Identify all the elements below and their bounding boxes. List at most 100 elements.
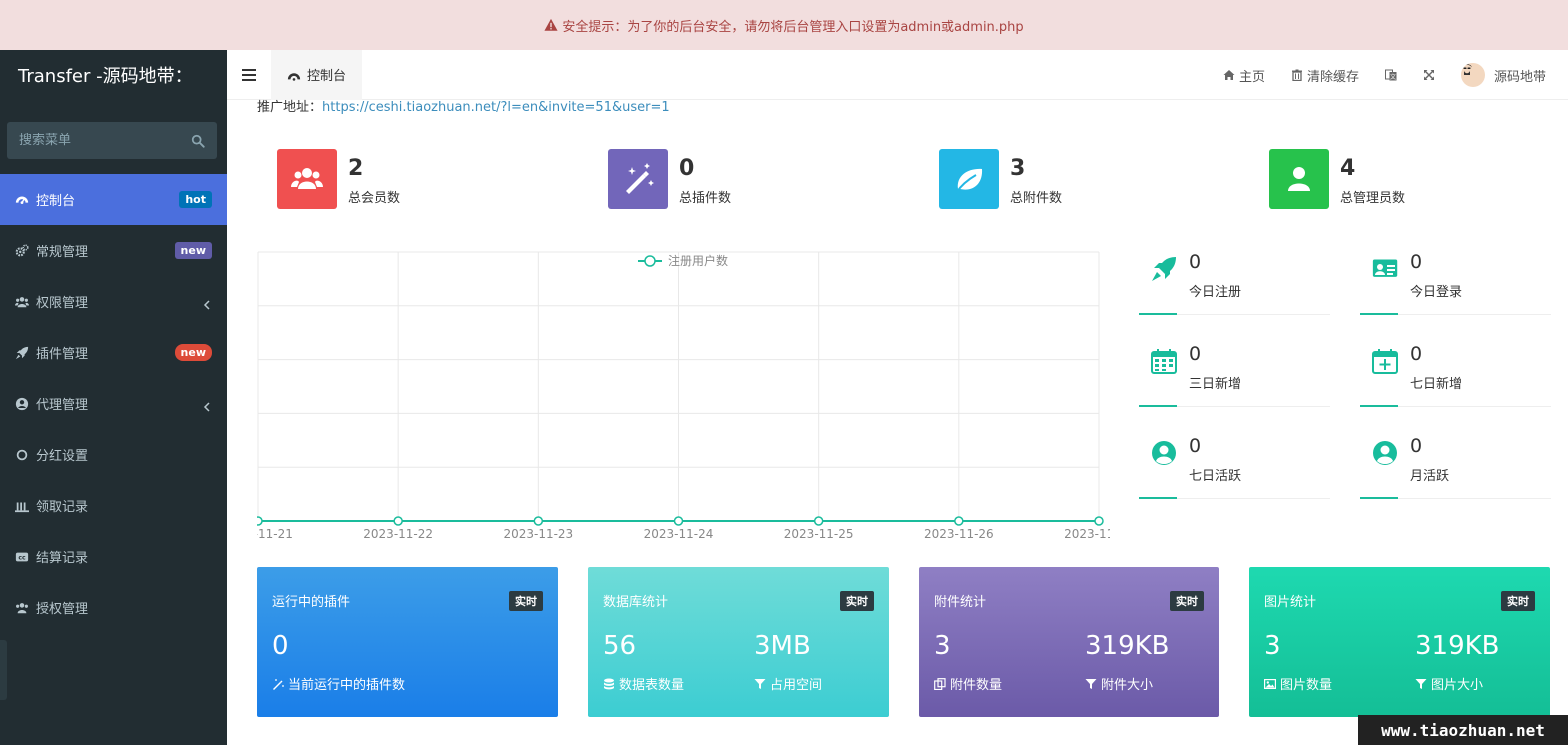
leaf-icon [955, 168, 983, 194]
chevron-left-icon [203, 401, 210, 412]
scroll-handle[interactable] [0, 640, 7, 700]
sidebar-item-authorization[interactable]: 授权管理 [0, 582, 227, 633]
stat-value: 3 [1010, 156, 1026, 181]
mini-stat-value: 0 [1410, 435, 1423, 457]
search-input[interactable] [19, 133, 169, 148]
legend-marker [644, 255, 656, 267]
trash-icon [1291, 69, 1302, 81]
sidebar-item-label: 授权管理 [36, 602, 89, 617]
user-circle-icon [15, 397, 29, 411]
warning-icon [544, 18, 558, 31]
promo-link[interactable]: https://ceshi.tiaozhuan.net/?l=en&invite… [322, 100, 670, 115]
image-icon [1264, 678, 1276, 689]
stat-plugins: 0 总插件数 [608, 149, 731, 209]
dashboard-icon [287, 72, 301, 81]
card-value: 319KB [1415, 631, 1500, 661]
card-metric-label: 数据表数量 [603, 674, 684, 693]
language-button[interactable]: 文 [1372, 50, 1410, 100]
mini-stat-value: 0 [1189, 343, 1202, 365]
realtime-badge: 实时 [840, 591, 874, 611]
x-tick-label: 2023-11-23 [503, 527, 573, 541]
sidebar-item-label: 结算记录 [36, 551, 89, 566]
card-metric-label: 附件大小 [1085, 674, 1153, 693]
card-value: 56 [603, 631, 637, 661]
stat-icon-box [277, 149, 337, 209]
card-image-stats: 图片统计 实时 3 图片数量 319KB 图片大小 [1249, 567, 1550, 717]
sidebar-item-label: 分红设置 [36, 449, 89, 464]
sidebar-item-label: 领取记录 [36, 500, 89, 515]
magic-wand-icon [626, 163, 654, 194]
top-navbar: 控制台 主页 清除缓存 文 源码地带 [227, 49, 1568, 100]
data-point [813, 516, 824, 526]
clear-cache-button[interactable]: 清除缓存 [1278, 50, 1372, 100]
card-metric-label: 图片数量 [1264, 674, 1332, 693]
vcard-icon [1372, 259, 1398, 277]
card-database-stats: 数据库统计 实时 56 数据表数量 3MB 占用空间 [588, 567, 889, 717]
sidebar-menu: 控制台 hot 常规管理 new 权限管理 插件管理 new 代理管理 分红设置 [0, 174, 227, 633]
card-value: 3 [934, 631, 951, 661]
filter-icon [754, 678, 766, 689]
card-metric-label: 占用空间 [754, 674, 822, 693]
group-icon [15, 295, 29, 309]
realtime-badge: 实时 [1170, 591, 1204, 611]
user-icon [1288, 167, 1310, 191]
filter-icon [1085, 678, 1097, 689]
sidebar-item-label: 代理管理 [36, 398, 89, 413]
dashboard-icon [15, 193, 29, 207]
mini-stat-label: 七日新增 [1410, 377, 1463, 392]
data-point [393, 516, 403, 526]
rocket-icon [15, 346, 29, 360]
sidebar-item-settlements[interactable]: cc 结算记录 [0, 531, 227, 582]
stat-label: 总会员数 [348, 191, 401, 206]
mini-stat-seven-day-active: 0 七日活跃 [1139, 434, 1330, 499]
database-icon [604, 678, 614, 689]
mini-stat-three-day-new: 0 三日新增 [1139, 342, 1330, 407]
stat-value: 4 [1340, 156, 1356, 181]
sidebar-item-dividend[interactable]: 分红设置 [0, 429, 227, 480]
card-value: 3 [1264, 631, 1281, 661]
mini-stat-value: 0 [1410, 343, 1423, 365]
watermark: www.tiaozhuan.net [1358, 715, 1568, 745]
stat-value: 2 [348, 156, 364, 181]
tab-dashboard[interactable]: 控制台 [271, 49, 363, 100]
sidebar-item-plugins[interactable]: 插件管理 new [0, 327, 227, 378]
sidebar-item-agents[interactable]: 代理管理 [0, 378, 227, 429]
home-icon [1223, 70, 1235, 80]
card-value: 319KB [1085, 631, 1170, 661]
sidebar: Transfer -源码地带： 控制台 hot 常规管理 new 权限管理 插件… [0, 50, 227, 745]
sidebar-item-permissions[interactable]: 权限管理 [0, 276, 227, 327]
fullscreen-button[interactable] [1410, 50, 1448, 100]
new-badge: new [174, 242, 212, 259]
mini-stat-label: 七日活跃 [1189, 469, 1242, 484]
x-tick-label: 2023-11-25 [784, 527, 854, 541]
x-tick-label: 2023-11-24 [644, 527, 714, 541]
promo-address: 推广地址：https://ceshi.tiaozhuan.net/?l=en&i… [257, 96, 670, 115]
rocket-icon [1152, 257, 1176, 281]
mini-stat-value: 0 [1410, 251, 1423, 273]
sidebar-item-claims[interactable]: 领取记录 [0, 480, 227, 531]
x-tick-label: 2023-11-27 [1064, 527, 1110, 541]
bars-icon [15, 499, 29, 513]
chevron-left-icon [203, 299, 210, 310]
card-metric-label: 附件数量 [934, 674, 1002, 693]
sidebar-toggle[interactable] [227, 50, 271, 100]
card-attachment-stats: 附件统计 实时 3 附件数量 319KB 附件大小 [919, 567, 1219, 717]
sidebar-item-general[interactable]: 常规管理 new [0, 225, 227, 276]
circle-icon [15, 448, 29, 462]
stat-label: 总管理员数 [1340, 191, 1406, 206]
cogs-icon [15, 243, 29, 258]
data-point [533, 516, 544, 526]
menu-search [7, 122, 217, 159]
home-link[interactable]: 主页 [1210, 50, 1278, 100]
stat-label: 总插件数 [679, 191, 732, 206]
search-icon[interactable] [191, 134, 205, 148]
alert-text: 安全提示：为了你的后台安全，请勿将后台管理入口设置为admin或admin.ph… [562, 19, 1024, 35]
card-title: 图片统计 [1264, 595, 1317, 610]
security-alert: 安全提示：为了你的后台安全，请勿将后台管理入口设置为admin或admin.ph… [0, 0, 1568, 50]
user-menu[interactable]: 源码地带 [1448, 50, 1568, 100]
avatar [1460, 63, 1485, 87]
card-metric-label: 图片大小 [1415, 674, 1483, 693]
app-logo[interactable]: Transfer -源码地带： [0, 50, 227, 100]
sidebar-item-dashboard[interactable]: 控制台 hot [0, 174, 227, 225]
x-tick-label: 2023-11-21 [257, 527, 293, 541]
